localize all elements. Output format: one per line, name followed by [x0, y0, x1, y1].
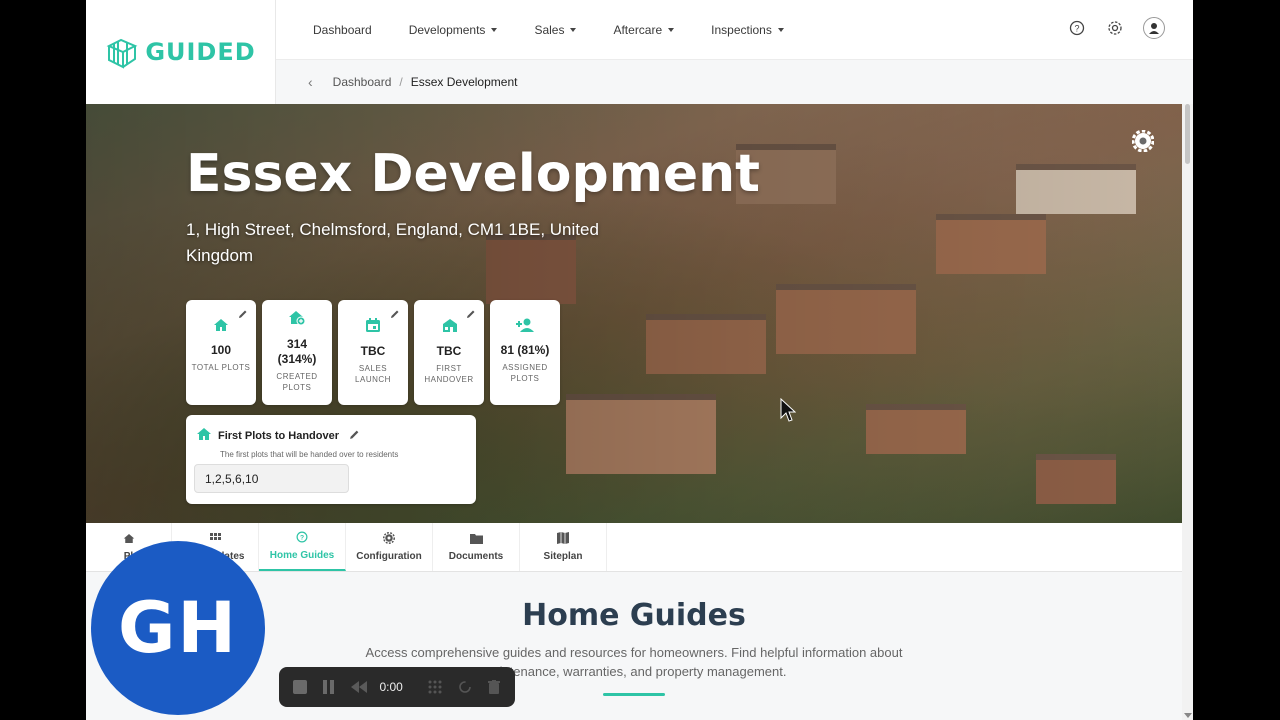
stat-value: 100	[210, 343, 232, 357]
home-add-icon	[262, 310, 332, 331]
page-scrollbar[interactable]	[1182, 104, 1193, 720]
gear-icon[interactable]	[1105, 18, 1125, 38]
edit-pencil-icon[interactable]	[466, 306, 476, 324]
chevron-down-icon	[668, 27, 675, 32]
breadcrumb-dashboard[interactable]: Dashboard	[333, 75, 392, 89]
tab-configuration[interactable]: Configuration	[346, 523, 433, 571]
handover-plots-field[interactable]: 1,2,5,6,10	[194, 464, 349, 493]
edit-pencil-icon[interactable]	[349, 429, 360, 443]
stat-label: CREATED PLOTS	[276, 372, 318, 392]
stat-created-plots[interactable]: 314 (314%) CREATED PLOTS	[262, 300, 332, 405]
guided-logo: GUIDED	[105, 34, 255, 70]
logo-mark-icon	[106, 38, 138, 69]
hero-settings-icon[interactable]	[1131, 129, 1155, 157]
folder-icon	[469, 533, 483, 547]
restart-icon[interactable]	[456, 678, 474, 696]
stat-label: TOTAL PLOTS	[191, 363, 251, 372]
first-plots-handover-card: First Plots to Handover The first plots …	[186, 415, 476, 504]
brand-name: GUIDED	[145, 38, 256, 66]
tab-documents[interactable]: Documents	[433, 523, 520, 571]
help-icon: ?	[296, 531, 308, 546]
tab-siteplan[interactable]: Siteplan	[520, 523, 607, 571]
rewind-icon[interactable]	[350, 678, 368, 696]
mouse-cursor-icon	[780, 397, 797, 429]
edit-pencil-icon[interactable]	[390, 306, 400, 324]
stat-total-plots[interactable]: 100 TOTAL PLOTS	[186, 300, 256, 405]
back-chevron-icon[interactable]: ‹	[308, 74, 313, 90]
user-avatar[interactable]	[1143, 17, 1165, 39]
development-hero: Essex Development 1, High Street, Chelms…	[86, 104, 1182, 523]
presenter-avatar: GH	[91, 541, 265, 715]
stat-value: TBC	[360, 344, 386, 358]
gear-icon	[383, 532, 395, 547]
svg-text:?: ?	[300, 535, 304, 542]
trash-icon[interactable]	[486, 678, 504, 696]
tab-home-guides[interactable]: ? Home Guides	[259, 523, 346, 571]
chevron-down-icon	[777, 27, 784, 32]
section-divider	[603, 693, 665, 696]
breadcrumb: ‹ Dashboard / Essex Development	[276, 60, 1193, 104]
chevron-down-icon	[570, 27, 577, 32]
edit-pencil-icon[interactable]	[238, 306, 248, 324]
person-add-icon	[490, 318, 560, 337]
development-address: 1, High Street, Chelmsford, England, CM1…	[186, 220, 599, 265]
stat-label: SALES LAUNCH	[355, 364, 391, 384]
stat-value: 81 (81%)	[500, 343, 550, 357]
grid-icon	[209, 532, 221, 547]
recording-timer: 0:00	[379, 680, 403, 694]
nav-sales[interactable]: Sales	[534, 23, 577, 37]
stat-assigned-plots[interactable]: 81 (81%) ASSIGNED PLOTS	[490, 300, 560, 405]
stop-icon[interactable]	[291, 678, 309, 696]
nav-developments[interactable]: Developments	[409, 23, 498, 37]
nav-dashboard[interactable]: Dashboard	[313, 23, 372, 37]
screen-recorder-toolbar: 0:00	[279, 667, 515, 707]
development-tabs: Pl plates ? Home Guides Configuration Do…	[86, 523, 1182, 572]
home-icon	[123, 533, 135, 547]
stat-label: FIRST HANDOVER	[424, 364, 474, 384]
nav-inspections[interactable]: Inspections	[711, 23, 784, 37]
grid-icon[interactable]	[427, 678, 445, 696]
chevron-down-icon	[491, 27, 498, 32]
breadcrumb-current: Essex Development	[410, 75, 518, 89]
home-icon	[196, 427, 212, 444]
development-title: Essex Development	[186, 144, 761, 204]
logo-area[interactable]: GUIDED	[86, 0, 276, 104]
top-nav: Dashboard Developments Sales Aftercare I…	[276, 0, 1193, 60]
stats-row: 100 TOTAL PLOTS 314 (314%) CREATED PLOTS…	[186, 300, 560, 405]
handover-title: First Plots to Handover	[218, 429, 340, 442]
scroll-down-arrow-icon[interactable]	[1184, 713, 1192, 718]
pause-icon[interactable]	[321, 678, 339, 696]
stat-label: ASSIGNED PLOTS	[502, 363, 548, 383]
breadcrumb-separator: /	[399, 75, 403, 89]
stat-value: 314 (314%)	[277, 337, 317, 366]
help-icon[interactable]: ?	[1067, 18, 1087, 38]
svg-text:?: ?	[1074, 24, 1079, 34]
nav-aftercare[interactable]: Aftercare	[613, 23, 675, 37]
stat-first-handover[interactable]: TBC FIRST HANDOVER	[414, 300, 484, 405]
stat-sales-launch[interactable]: TBC SALES LAUNCH	[338, 300, 408, 405]
stat-value: TBC	[436, 344, 462, 358]
map-icon	[557, 532, 569, 547]
handover-subtitle: The first plots that will be handed over…	[220, 450, 399, 459]
scroll-thumb[interactable]	[1185, 104, 1190, 164]
